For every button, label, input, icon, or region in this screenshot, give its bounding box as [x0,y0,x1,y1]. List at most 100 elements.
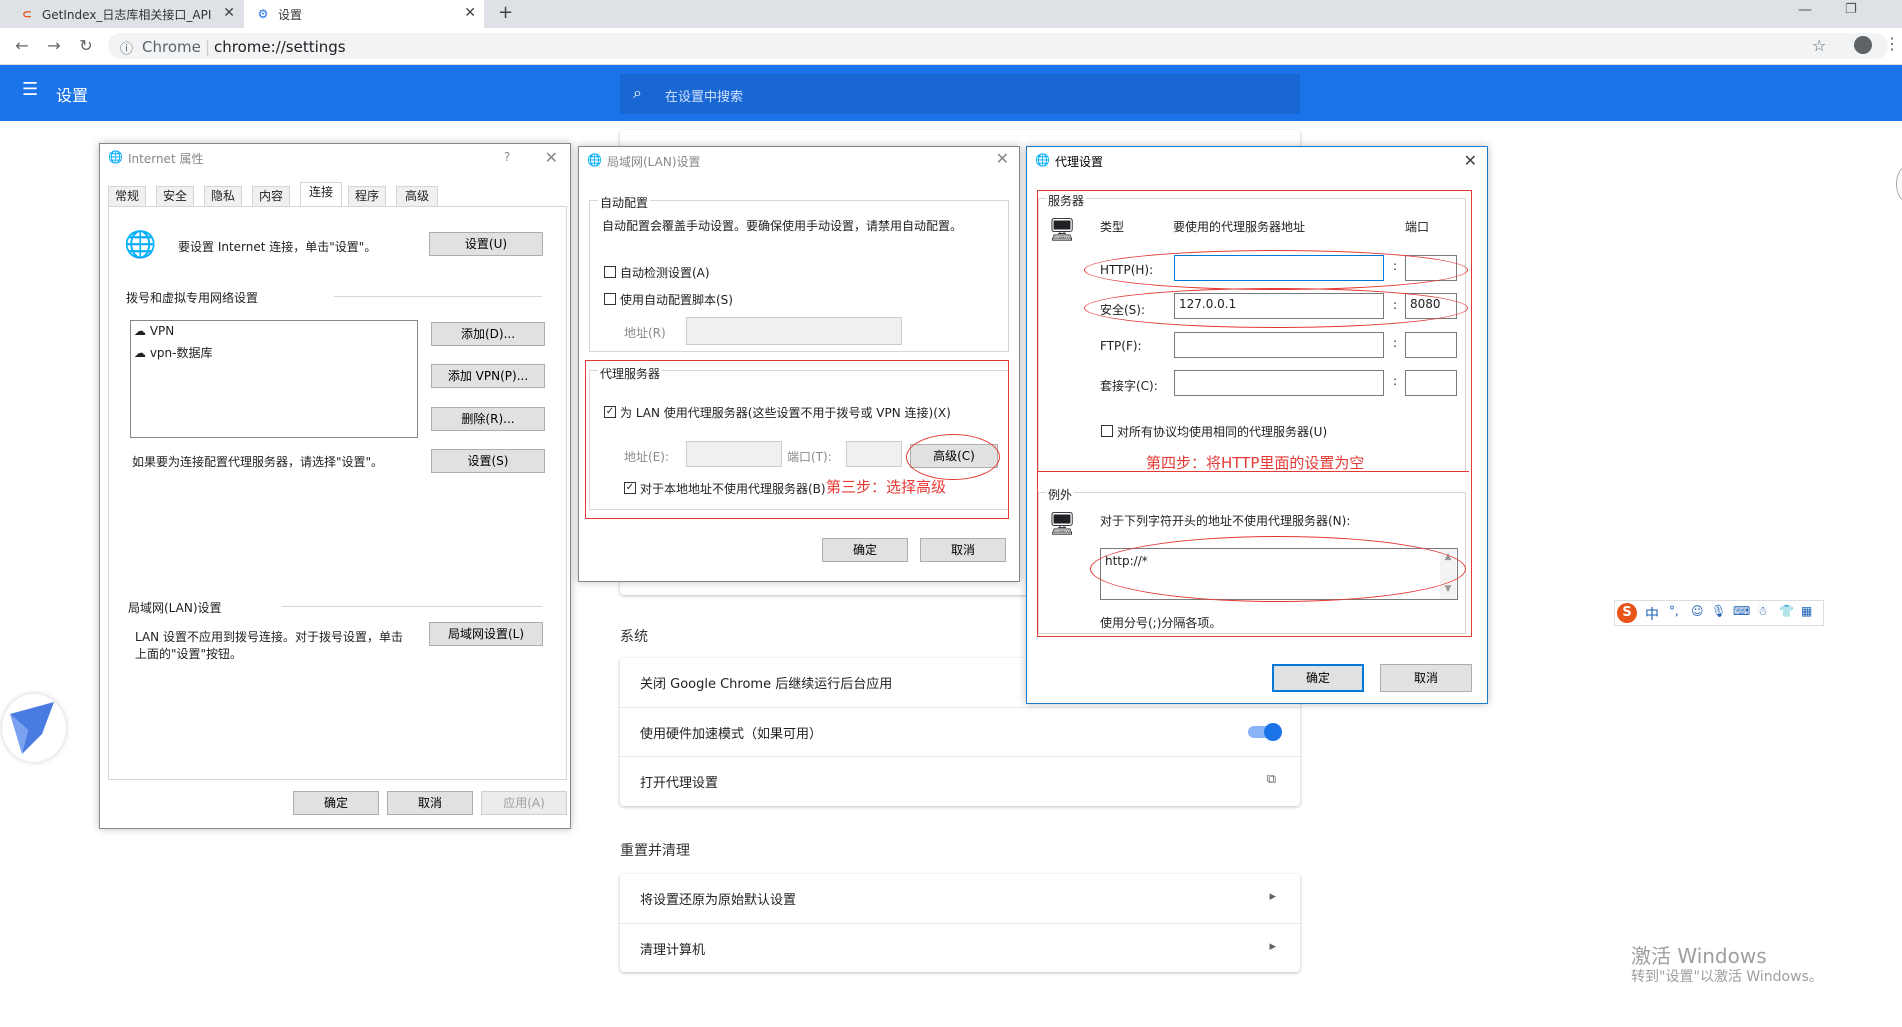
remove-button[interactable]: 删除(R)... [431,407,545,431]
apply-button[interactable]: 应用(A) [481,791,567,815]
row-label: 清理计算机 [640,943,706,958]
forward-icon[interactable]: → [44,36,64,56]
close-icon[interactable]: ✕ [545,148,558,167]
dialog-title: 代理设置 [1055,155,1104,169]
close-icon[interactable]: ✕ [1464,151,1477,170]
settings-button[interactable]: 设置(S) [431,449,545,473]
connection-icon: ☁ [134,346,146,360]
restore-icon[interactable]: ❐ [1845,2,1857,17]
tab-connections[interactable]: 连接 [300,182,342,207]
page-title: 设置 [56,86,89,105]
grid-icon[interactable]: ▦ [1801,604,1812,618]
tab-settings[interactable]: ⚙ 设置 ✕ [244,0,484,28]
ime-toolbar[interactable]: S 中 °, ☺ 🎙 ⌨ ☃ 👕 ▦ [1614,600,1824,626]
minimize-icon[interactable]: — [1798,2,1812,18]
settings-search[interactable]: ⌕ 在设置中搜索 [620,74,1300,114]
auto-detect-label: 自动检测设置(A) [620,266,710,280]
cancel-button[interactable]: 取消 [1380,664,1472,692]
keyboard-icon[interactable]: ⌨ [1733,604,1750,618]
reset-section-title: 重置并清理 [620,843,690,859]
activation-watermark-desc: 转到"设置"以激活 Windows。 [1631,969,1823,985]
side-handle[interactable] [1896,166,1902,202]
search-placeholder: 在设置中搜索 [665,90,744,105]
auto-detect-checkbox[interactable] [604,266,616,278]
reset-row-defaults[interactable]: 将设置还原为原始默认设置 ▸ [620,874,1300,922]
setup-text: 要设置 Internet 连接，单击"设置"。 [178,240,377,254]
dialog-title: 局域网(LAN)设置 [607,155,701,169]
reset-row-cleanup[interactable]: 清理计算机 ▸ [620,923,1300,972]
site-info-icon[interactable]: ⓘ [120,38,133,57]
system-section-title: 系统 [620,629,648,645]
punctuation-icon[interactable]: °, [1669,604,1679,618]
sogou-logo-icon: S [1617,603,1637,623]
tab-programs[interactable]: 程序 [348,186,386,206]
skin-icon[interactable]: 👕 [1779,604,1794,618]
cancel-button[interactable]: 取消 [387,791,473,815]
star-icon[interactable]: ☆ [1812,36,1826,55]
activation-watermark-title: 激活 Windows [1631,944,1767,968]
page-favicon-icon: ⊂ [21,7,33,21]
setup-button[interactable]: 设置(U) [429,232,543,256]
lan-desc-line1: LAN 设置不应用到拨号连接。对于拨号设置，单击 [135,630,403,644]
tab-title: 设置 [278,8,303,22]
back-icon[interactable]: ← [12,36,32,56]
system-row-hw-accel[interactable]: 使用硬件加速模式（如果可用） [620,707,1300,756]
tab-getindex[interactable]: ⊂ GetIndex_日志库相关接口_API ✕ [8,0,243,28]
auto-config-desc: 自动配置会覆盖手动设置。要确保使用手动设置，请禁用自动配置。 [602,219,963,233]
list-item[interactable]: ☁ VPN [134,324,174,338]
system-row-proxy[interactable]: 打开代理设置 ⧉ [620,756,1300,805]
lan-settings-button[interactable]: 局域网设置(L) [429,622,543,646]
network-globe-icon: 🌐 [124,230,157,260]
bird-app-icon[interactable] [2,694,66,762]
help-icon[interactable]: ? [504,150,510,164]
close-icon[interactable]: ✕ [464,5,476,21]
user-icon[interactable]: ☃ [1757,604,1768,618]
omnibox[interactable]: ⓘ Chrome | chrome://settings ☆ [108,33,1888,59]
row-label: 打开代理设置 [640,776,719,791]
list-item-label: VPN [149,324,175,338]
tab-security[interactable]: 安全 [156,186,194,206]
lan-section-title: 局域网(LAN)设置 [128,601,222,615]
annotation-ellipse [1084,250,1468,290]
tab-content[interactable]: 内容 [252,186,290,206]
script-address-label: 地址(R) [624,326,666,340]
add-button[interactable]: 添加(D)... [431,322,545,346]
tab-advanced[interactable]: 高级 [396,186,438,206]
row-label: 将设置还原为原始默认设置 [640,893,797,908]
script-address-input[interactable] [686,317,902,345]
more-menu-icon[interactable]: ⋮ [1884,34,1900,53]
close-icon[interactable]: ✕ [996,149,1009,168]
close-icon[interactable]: ✕ [223,5,235,21]
ok-button[interactable]: 确定 [822,538,908,562]
annotation-ellipse [906,434,1000,480]
globe-icon: 🌐 [108,150,123,164]
list-item[interactable]: ☁ vpn-数据库 [134,344,212,361]
new-tab-icon[interactable]: + [498,2,513,23]
menu-icon[interactable]: ☰ [22,79,38,100]
emoji-icon[interactable]: ☺ [1691,604,1704,618]
chevron-right-icon: ▸ [1269,939,1276,954]
divider: | [205,38,211,56]
cancel-button[interactable]: 取消 [920,538,1006,562]
connection-icon: ☁ [134,324,146,338]
dialup-section-title: 拨号和虚拟专用网络设置 [126,291,259,305]
profile-avatar[interactable] [1854,36,1872,54]
tab-privacy[interactable]: 隐私 [204,186,242,206]
toggle-knob[interactable] [1264,723,1282,741]
reload-icon[interactable]: ↻ [76,36,96,56]
external-link-icon[interactable]: ⧉ [1267,772,1276,787]
add-vpn-button[interactable]: 添加 VPN(P)... [431,364,545,388]
ime-mode[interactable]: 中 [1645,604,1659,624]
url-text: chrome://settings [214,38,346,56]
step3-annotation: 第三步：选择高级 [826,478,947,496]
ok-button[interactable]: 确定 [293,791,379,815]
mic-icon[interactable]: 🎙 [1711,604,1726,618]
ok-button[interactable]: 确定 [1272,664,1364,692]
annotation-divider [1038,471,1469,472]
tab-general[interactable]: 常规 [108,186,146,206]
scheme-label: Chrome [142,38,201,56]
reset-card: 将设置还原为原始默认设置 ▸ 清理计算机 ▸ [620,874,1300,972]
annotation-ellipse [1090,536,1466,602]
auto-script-checkbox[interactable] [604,293,616,305]
row-label: 使用硬件加速模式（如果可用） [640,727,823,742]
